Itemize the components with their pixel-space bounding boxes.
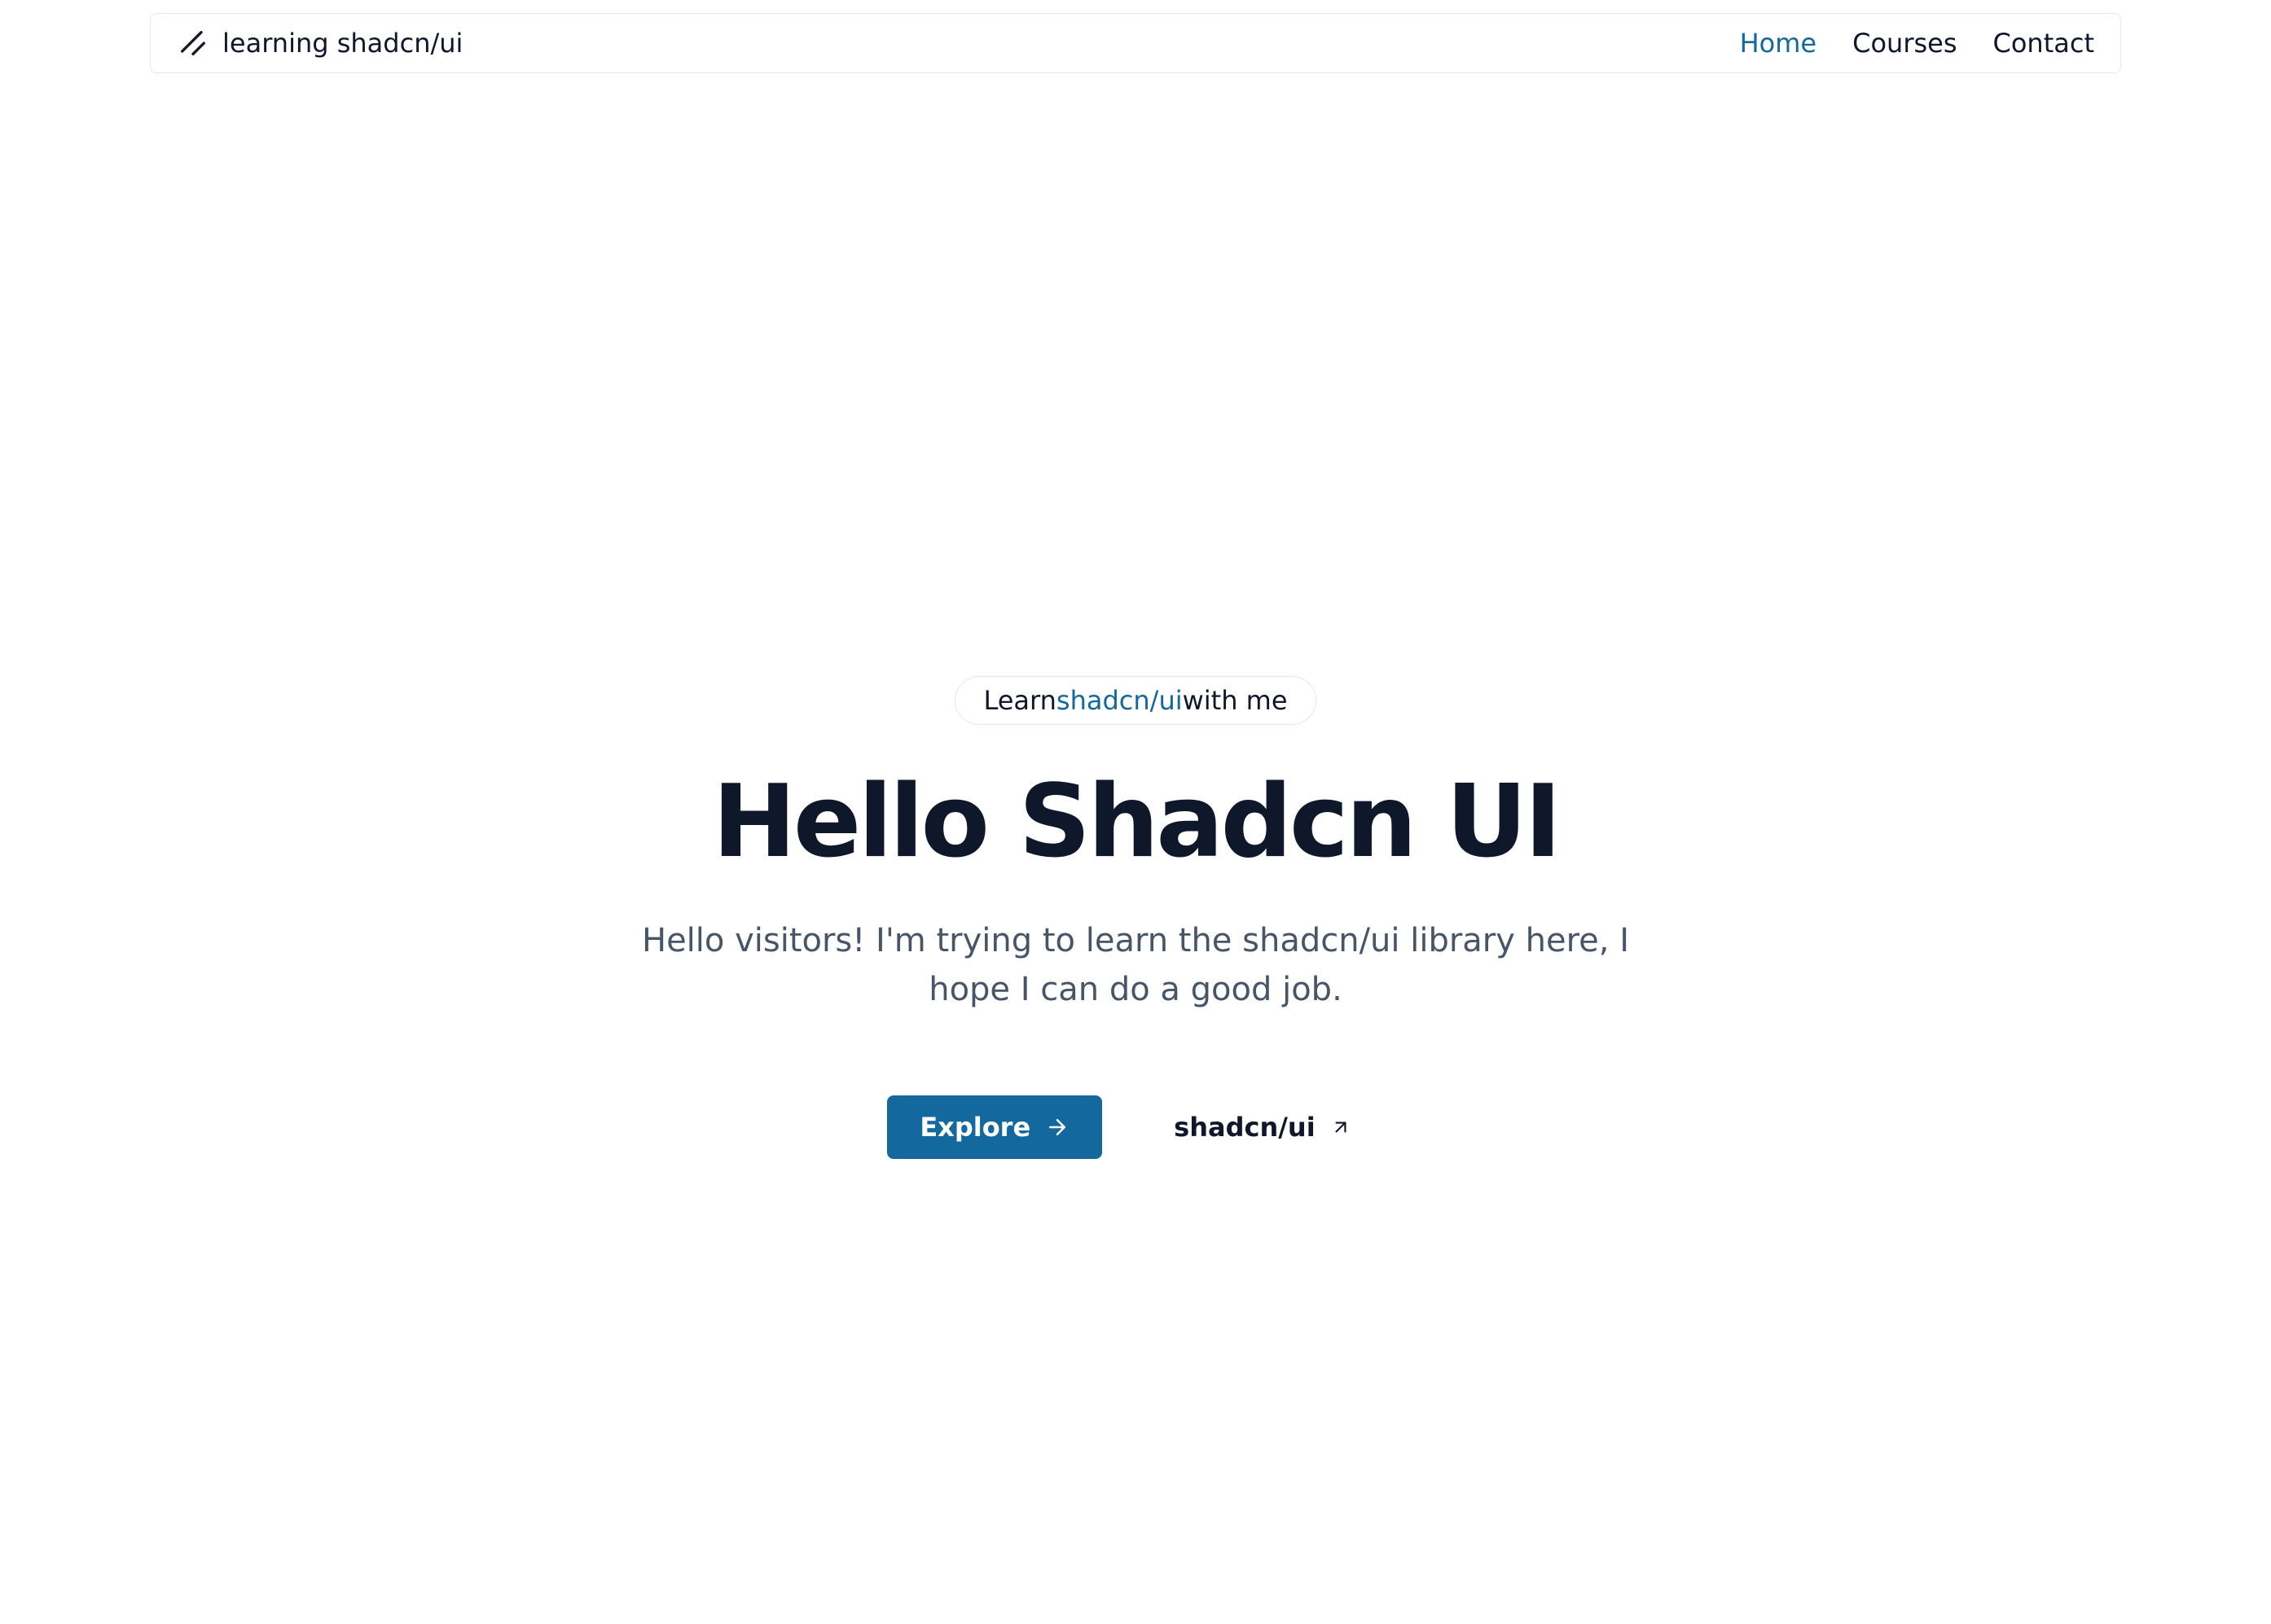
hero-section: Learn shadcn/ui with me Hello Shadcn UI …	[0, 676, 2271, 1159]
explore-button[interactable]: Explore	[887, 1095, 1102, 1159]
hero-description: Hello visitors! I'm trying to learn the …	[618, 916, 1653, 1014]
nav-link-home[interactable]: Home	[1740, 28, 1817, 59]
nav-link-courses[interactable]: Courses	[1852, 28, 1957, 59]
cta-row: Explore shadcn/ui	[887, 1095, 1383, 1159]
hero-title: Hello Shadcn UI	[713, 764, 1559, 880]
badge-link[interactable]: shadcn/ui	[1056, 685, 1183, 716]
nav-link-contact[interactable]: Contact	[1993, 28, 2095, 59]
shadcn-link-button[interactable]: shadcn/ui	[1141, 1095, 1384, 1159]
shadcn-link-label: shadcn/ui	[1174, 1112, 1316, 1143]
badge-prefix: Learn	[983, 685, 1056, 716]
arrow-right-icon	[1045, 1115, 1070, 1139]
hero-badge: Learn shadcn/ui with me	[955, 676, 1316, 725]
explore-button-label: Explore	[920, 1112, 1030, 1143]
nav-links: Home Courses Contact	[1740, 28, 2094, 59]
brand-label: learning shadcn/ui	[222, 28, 463, 59]
badge-suffix: with me	[1183, 685, 1288, 716]
brand[interactable]: learning shadcn/ui	[177, 27, 463, 59]
slashes-icon	[177, 27, 209, 59]
arrow-up-right-icon	[1330, 1117, 1351, 1138]
navbar: learning shadcn/ui Home Courses Contact	[150, 13, 2121, 73]
